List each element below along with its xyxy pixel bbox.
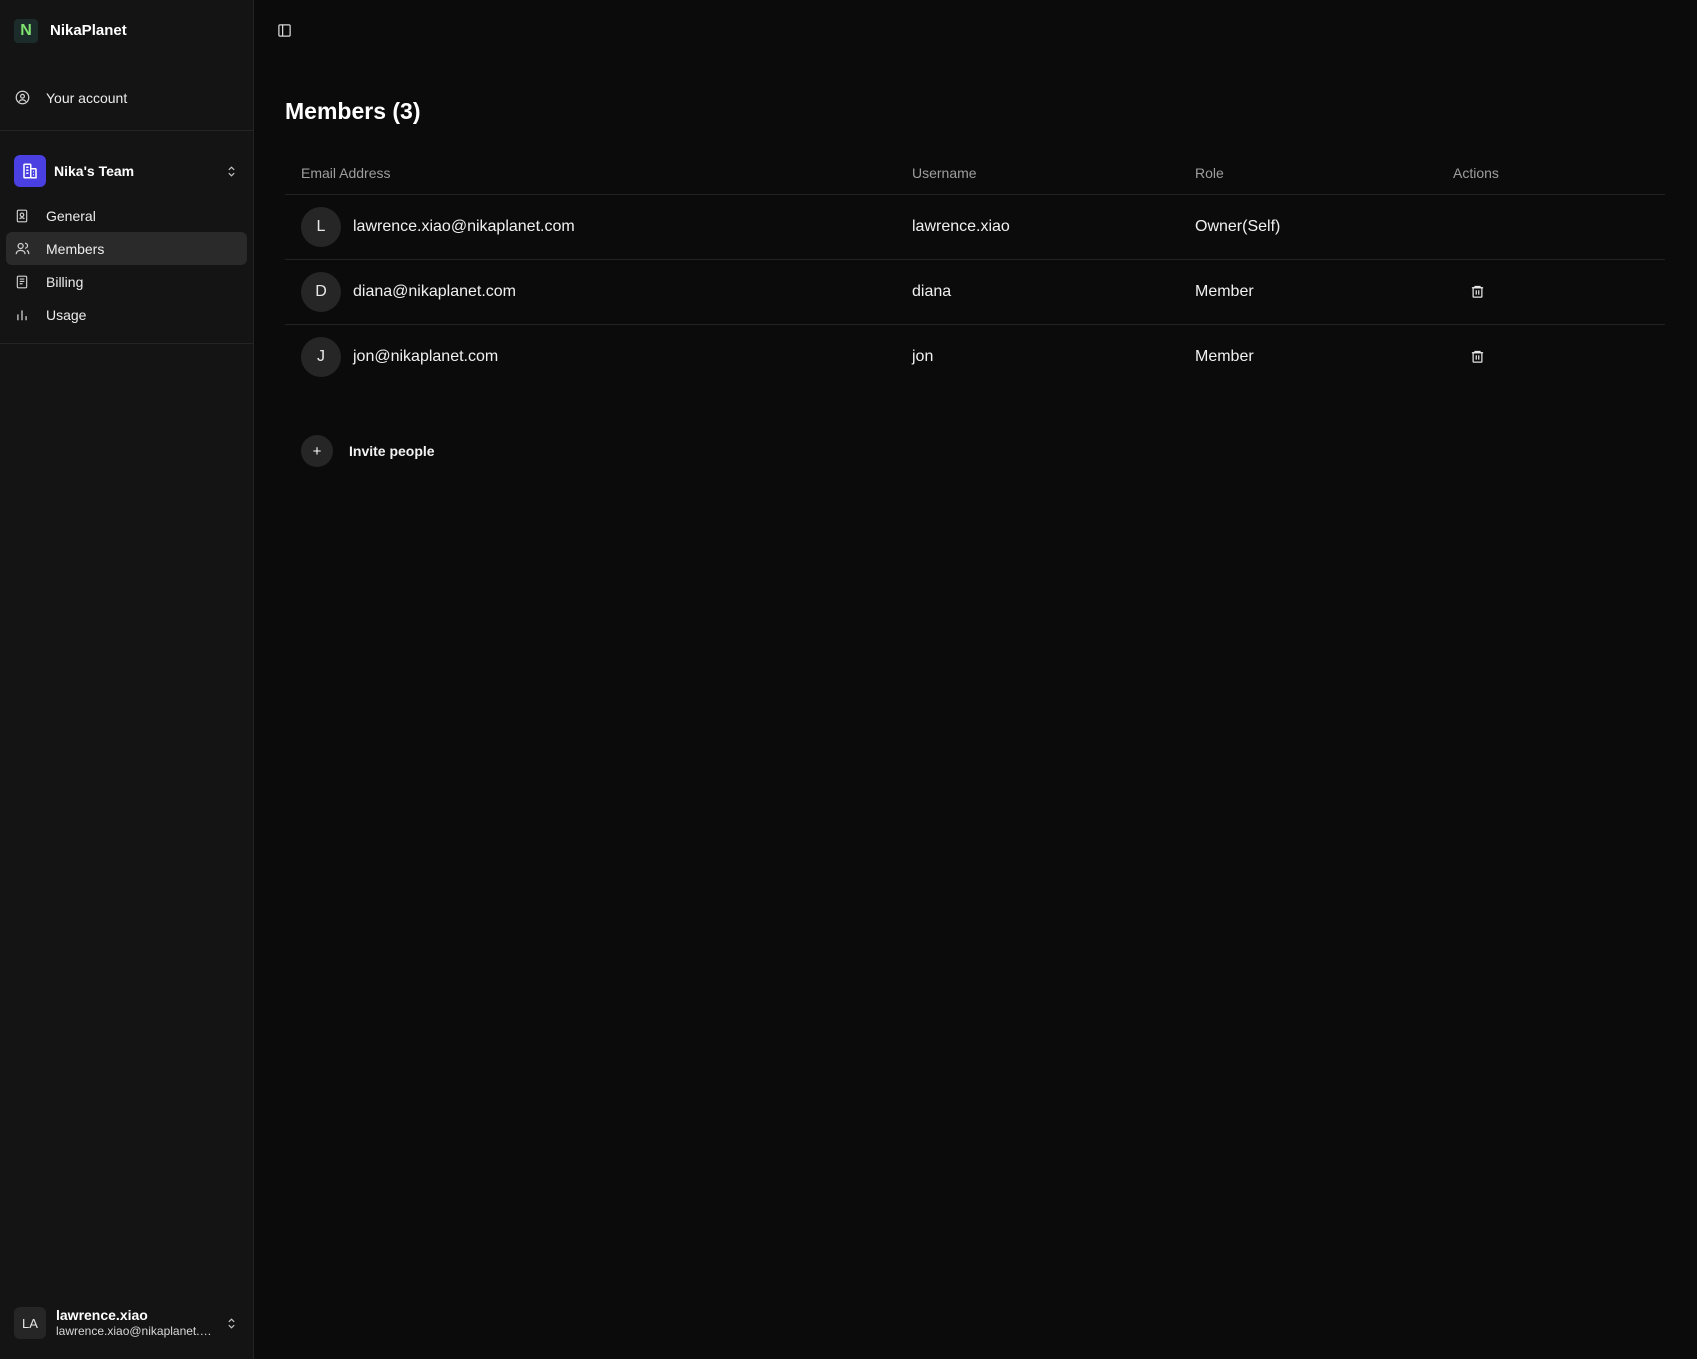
sidebar-item-label: Your account <box>46 89 128 106</box>
trash-icon <box>1471 285 1483 298</box>
avatar: J <box>301 336 341 377</box>
topbar <box>254 0 1697 61</box>
column-header-actions: Actions <box>1437 153 1665 195</box>
user-circle-icon <box>14 90 30 106</box>
building-icon <box>23 163 37 179</box>
member-actions <box>1437 259 1665 325</box>
receipt-icon <box>14 274 30 290</box>
member-username: diana <box>896 259 1179 325</box>
column-header-role: Role <box>1179 153 1437 195</box>
member-username: lawrence.xiao <box>896 194 1179 260</box>
sidebar-item-your-account[interactable]: Your account <box>6 81 247 114</box>
members-page: Members (3) Email Address Username Role … <box>254 61 1697 467</box>
avatar: LA <box>14 1307 46 1339</box>
member-email: jon@nikaplanet.com <box>353 347 499 365</box>
member-role: Member <box>1195 347 1254 365</box>
avatar: L <box>301 206 341 247</box>
sidebar-item-members[interactable]: Members <box>6 232 247 265</box>
brand[interactable]: N NikaPlanet <box>0 0 253 61</box>
page-title: Members (3) <box>285 98 421 124</box>
delete-member-button[interactable] <box>1463 278 1491 306</box>
main-content: Members (3) Email Address Username Role … <box>254 0 1697 1359</box>
team-switcher[interactable]: Nika's Team <box>6 151 247 191</box>
team-section: Nika's Team General Members Billing Usag… <box>0 131 253 343</box>
brand-logo: N <box>14 18 38 43</box>
email-cell: J jon@nikaplanet.com <box>285 324 896 389</box>
member-actions <box>1437 194 1665 260</box>
users-icon <box>14 241 30 257</box>
account-section: Your account <box>0 61 253 130</box>
sidebar-item-billing[interactable]: Billing <box>6 265 247 298</box>
plus-icon: + <box>301 435 333 467</box>
member-email: diana@nikaplanet.com <box>353 282 517 300</box>
sidebar-item-label: General <box>46 207 96 224</box>
user-menu[interactable]: LA lawrence.xiao lawrence.xiao@nikaplane… <box>0 1287 253 1359</box>
member-role: Member <box>1179 259 1437 325</box>
table-row: D diana@nikaplanet.com diana Member <box>285 259 1665 325</box>
avatar: D <box>301 271 341 312</box>
table-row: L lawrence.xiao@nikaplanet.com lawrence.… <box>285 194 1665 260</box>
sidebar-divider <box>0 343 253 344</box>
column-header-email: Email Address <box>285 153 896 195</box>
sidebar-item-label: Billing <box>46 273 84 290</box>
email-cell: D diana@nikaplanet.com <box>285 259 896 325</box>
sidebar-item-general[interactable]: General <box>6 199 247 232</box>
chevrons-up-down-icon <box>223 1315 239 1331</box>
member-role: Owner(Self) <box>1179 194 1437 260</box>
member-email: lawrence.xiao@nikaplanet.com <box>353 217 575 235</box>
table-row: J jon@nikaplanet.com jon Member <box>285 324 1665 389</box>
invite-label: Invite people <box>349 443 435 459</box>
members-table: Email Address Username Role Actions L la… <box>285 153 1665 389</box>
app-root: N NikaPlanet Your account Nika's Team Ge… <box>0 0 1697 1359</box>
sidebar-item-usage[interactable]: Usage <box>6 298 247 331</box>
bar-chart-icon <box>14 307 30 323</box>
member-actions <box>1437 324 1665 389</box>
sidebar-item-label: Members <box>46 240 105 257</box>
invite-people-button[interactable]: + Invite people <box>301 435 435 467</box>
sidebar-toggle-button[interactable] <box>270 17 298 45</box>
column-header-username: Username <box>896 153 1179 195</box>
member-username: jon <box>912 347 934 365</box>
email-cell: L lawrence.xiao@nikaplanet.com <box>285 194 896 260</box>
team-name: Nika's Team <box>54 163 135 179</box>
chevrons-up-down-icon <box>223 163 239 179</box>
user-name: lawrence.xiao <box>56 1307 148 1323</box>
team-avatar <box>14 155 46 187</box>
trash-icon <box>1471 351 1483 363</box>
sidebar-item-label: Usage <box>46 306 87 323</box>
table-header-row: Email Address Username Role Actions <box>285 153 1665 195</box>
user-email: lawrence.xiao@nikaplanet.com <box>56 1324 216 1338</box>
delete-member-button[interactable] <box>1463 343 1491 371</box>
panel-left-icon <box>277 24 291 37</box>
user-info: lawrence.xiao lawrence.xiao@nikaplanet.c… <box>56 1307 223 1339</box>
brand-name: NikaPlanet <box>50 22 127 39</box>
id-card-icon <box>14 208 30 224</box>
sidebar: N NikaPlanet Your account Nika's Team Ge… <box>0 0 254 1359</box>
